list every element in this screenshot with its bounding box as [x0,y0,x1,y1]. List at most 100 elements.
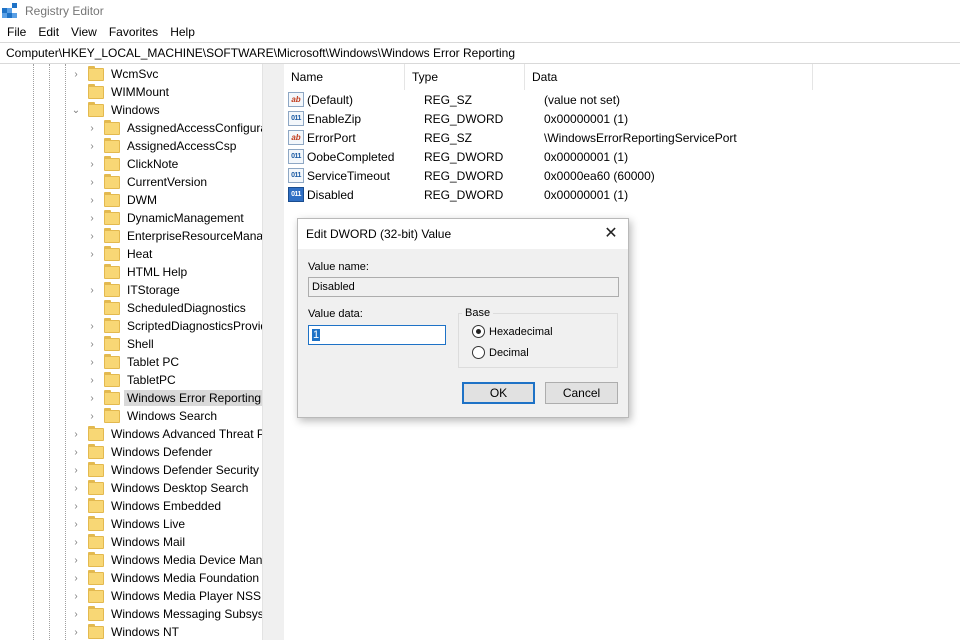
chevron-right-icon[interactable]: › [86,317,98,335]
tree-scrollbar[interactable] [262,64,280,640]
value-data: 0x00000001 (1) [544,111,629,126]
cancel-button[interactable]: Cancel [545,382,618,404]
tree-item-label: Windows Advanced Threat Pr [111,427,262,441]
value-row[interactable]: 011 EnableZip REG_DWORD 0x00000001 (1) [284,109,844,128]
dialog-title: Edit DWORD (32-bit) Value [306,227,452,241]
chevron-right-icon[interactable]: › [86,155,98,173]
menu-help[interactable]: Help [164,22,201,42]
address-bar[interactable]: Computer\HKEY_LOCAL_MACHINE\SOFTWARE\Mic… [0,42,960,64]
folder-icon [104,155,120,171]
tree-item[interactable]: › Windows Live [70,515,188,533]
value-type: REG_DWORD [424,187,504,202]
tree-item[interactable]: ScheduledDiagnostics [86,299,249,317]
chevron-right-icon[interactable]: › [70,443,82,461]
tree-item[interactable]: ⌄ Windows [70,101,163,119]
tree-item[interactable]: › Windows Advanced Threat Pr [70,425,262,443]
chevron-down-icon[interactable]: ⌄ [70,101,82,119]
chevron-right-icon[interactable]: › [70,533,82,551]
chevron-right-icon[interactable]: › [86,281,98,299]
chevron-right-icon[interactable]: › [86,371,98,389]
chevron-right-icon[interactable]: › [70,587,82,605]
chevron-right-icon[interactable]: › [86,407,98,425]
tree-item[interactable]: › Windows Mail [70,533,188,551]
chevron-right-icon[interactable]: › [86,173,98,191]
chevron-right-icon[interactable]: › [86,209,98,227]
tree-item-label: HTML Help [127,265,188,279]
tree-item[interactable]: › Windows Error Reporting [86,389,262,407]
tree-item[interactable]: › Windows Defender [70,443,215,461]
menu-edit[interactable]: Edit [32,22,65,42]
value-row[interactable]: ab (Default) REG_SZ (value not set) [284,90,844,109]
chevron-right-icon[interactable]: › [86,245,98,263]
chevron-right-icon[interactable]: › [86,137,98,155]
folder-icon [104,191,120,207]
tree-item[interactable]: › Windows Search [86,407,220,425]
value-data-input[interactable]: 1 [308,325,446,345]
folder-icon [104,371,120,387]
chevron-right-icon[interactable]: › [70,569,82,587]
hexadecimal-radio[interactable]: Hexadecimal [472,325,553,338]
tree-item[interactable]: › Shell [86,335,157,353]
value-name-field[interactable]: Disabled [308,277,619,297]
chevron-right-icon[interactable]: › [86,335,98,353]
chevron-right-icon[interactable]: › [86,119,98,137]
chevron-right-icon[interactable]: › [70,65,82,83]
chevron-right-icon[interactable]: › [70,551,82,569]
chevron-right-icon[interactable]: › [70,425,82,443]
value-row[interactable]: 011 Disabled REG_DWORD 0x00000001 (1) [284,185,844,204]
tree-item[interactable]: HTML Help [86,263,190,281]
tree-item[interactable]: › Windows NT [70,623,182,640]
tree-item[interactable]: WIMMount [70,83,172,101]
tree-item[interactable]: › AssignedAccessConfigura [86,119,262,137]
tree-item[interactable]: › Windows Media Foundation [70,569,262,587]
chevron-right-icon[interactable]: › [86,353,98,371]
chevron-right-icon[interactable]: › [70,497,82,515]
ok-button[interactable]: OK [462,382,535,404]
menu-favorites[interactable]: Favorites [103,22,164,42]
tree-item[interactable]: › Heat [86,245,155,263]
tree-item[interactable]: › EnterpriseResourceManag [86,227,262,245]
tree-item[interactable]: › ClickNote [86,155,181,173]
folder-icon [88,551,104,567]
value-data: \WindowsErrorReportingServicePort [544,130,737,145]
value-row[interactable]: 011 OobeCompleted REG_DWORD 0x00000001 (1) [284,147,844,166]
tree-item[interactable]: › Windows Media Device Mana [70,551,262,569]
tree-item-label: Windows Embedded [111,499,222,513]
tree-item[interactable]: › TabletPC [86,371,179,389]
chevron-right-icon[interactable]: › [86,227,98,245]
tree-item[interactable]: › Windows Embedded [70,497,224,515]
tree-item[interactable]: › DynamicManagement [86,209,247,227]
chevron-right-icon[interactable]: › [70,623,82,640]
tree-item[interactable]: › Windows Desktop Search [70,479,251,497]
chevron-right-icon[interactable]: › [86,389,98,407]
tree-item[interactable]: › Windows Defender Security C [70,461,262,479]
dword-value-icon: 011 [288,168,304,183]
tree-item[interactable]: › CurrentVersion [86,173,210,191]
column-header-type[interactable]: Type [405,64,525,90]
tree-item[interactable]: › AssignedAccessCsp [86,137,239,155]
tree-item[interactable]: › ScriptedDiagnosticsProvid [86,317,262,335]
chevron-right-icon[interactable]: › [70,479,82,497]
tree-item[interactable]: › DWM [86,191,160,209]
tree-item-label: ITStorage [127,283,180,297]
tree-item-label: Windows Messaging Subsyste [111,607,262,621]
menu-view[interactable]: View [65,22,103,42]
column-header-data[interactable]: Data [525,64,813,90]
tree-item-label: EnterpriseResourceManag [127,229,262,243]
tree-item[interactable]: › Windows Media Player NSS [70,587,262,605]
value-row[interactable]: ab ErrorPort REG_SZ \WindowsErrorReportingS… [284,128,844,147]
chevron-right-icon[interactable]: › [70,515,82,533]
tree-item[interactable]: › ITStorage [86,281,183,299]
tree-item[interactable]: › Windows Messaging Subsyste [70,605,262,623]
tree-item[interactable]: › Tablet PC [86,353,182,371]
decimal-radio[interactable]: Decimal [472,346,529,359]
menu-file[interactable]: File [0,22,32,42]
value-name: EnableZip [307,111,362,126]
close-icon[interactable]: ✕ [602,225,620,243]
chevron-right-icon[interactable]: › [70,461,82,479]
column-header-name[interactable]: Name [284,64,405,90]
chevron-right-icon[interactable]: › [86,191,98,209]
value-row[interactable]: 011 ServiceTimeout REG_DWORD 0x0000ea60 (60… [284,166,844,185]
tree-item[interactable]: › WcmSvc [70,65,161,83]
chevron-right-icon[interactable]: › [70,605,82,623]
